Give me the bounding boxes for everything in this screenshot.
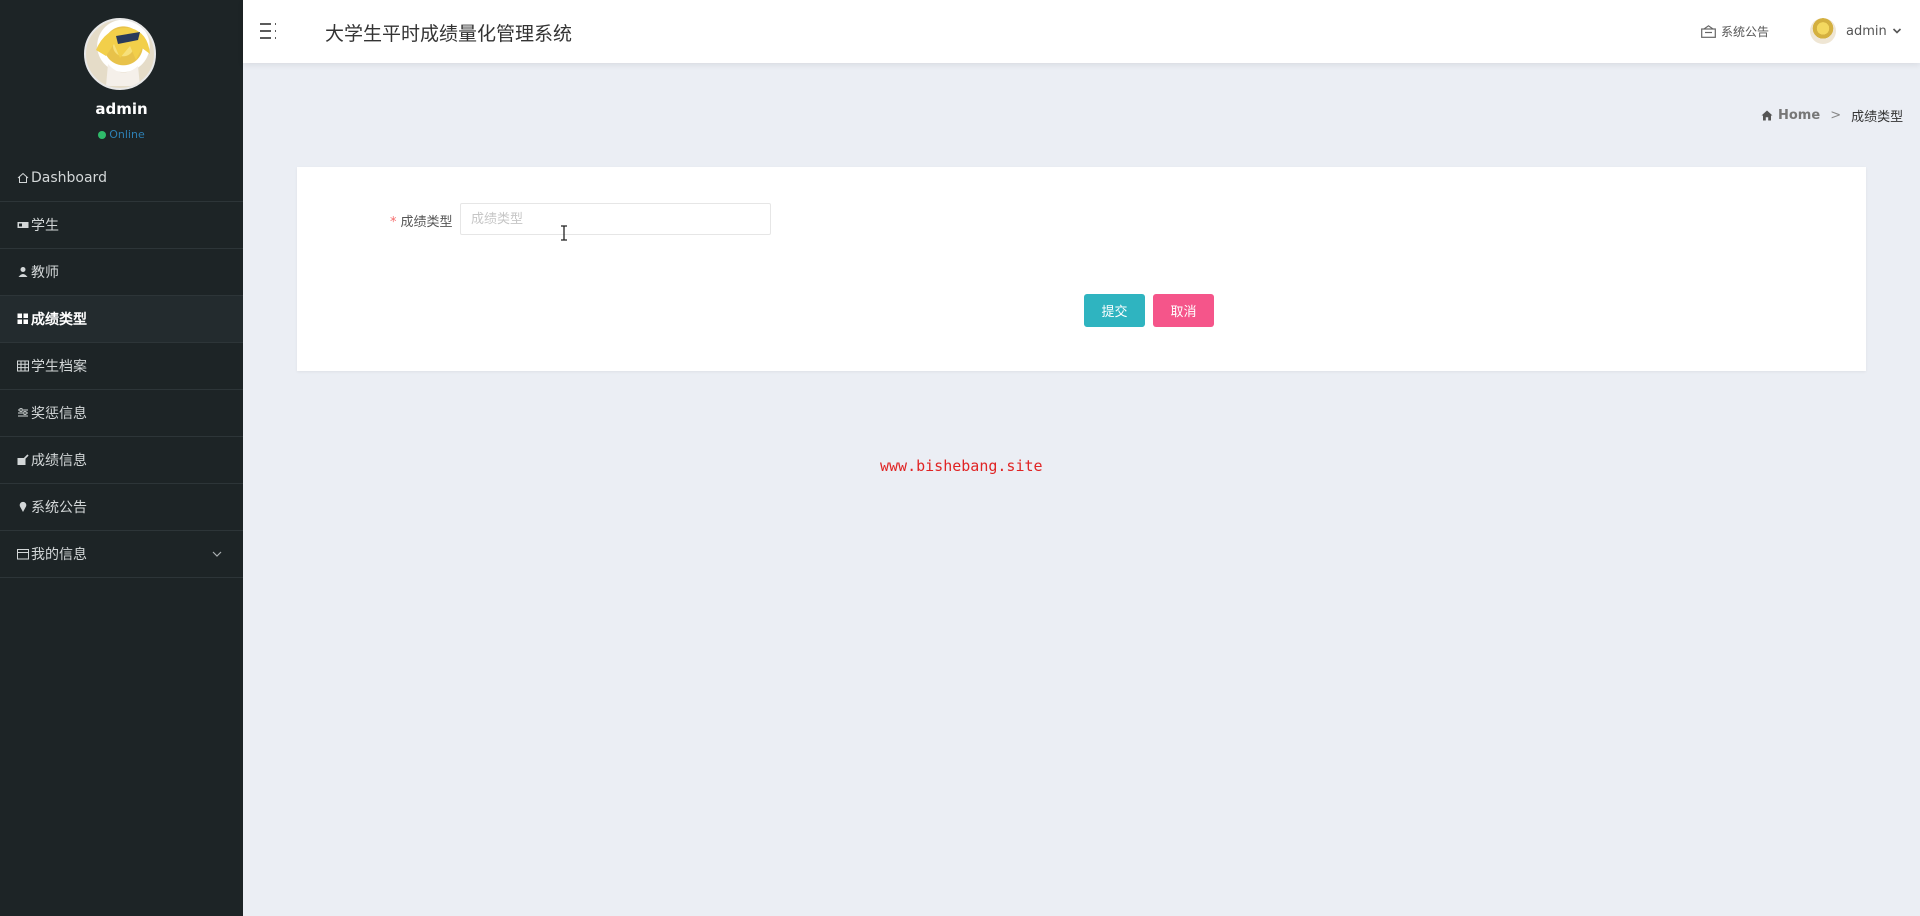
- breadcrumb-separator: >: [1830, 108, 1842, 123]
- sidebar-item-students[interactable]: 学生: [0, 202, 243, 249]
- sidebar-item-label: Dashboard: [31, 170, 107, 186]
- watermark-text: www.bishebang.site: [880, 457, 1043, 475]
- grade-type-label: * 成绩类型: [390, 211, 453, 230]
- id-card-icon: [16, 219, 29, 232]
- user-name: admin: [1846, 23, 1887, 39]
- calendar-icon: [16, 548, 29, 561]
- breadcrumb-current: 成绩类型: [1851, 110, 1904, 125]
- sidebar-item-label: 学生档案: [31, 359, 87, 375]
- grade-type-input[interactable]: [460, 203, 771, 235]
- profile-name: admin: [95, 100, 148, 118]
- user-avatar: [1810, 18, 1836, 44]
- menu-toggle-icon[interactable]: [259, 22, 279, 40]
- announcement-icon: [1701, 25, 1716, 38]
- home-icon: [1761, 110, 1773, 121]
- top-header: 大学生平时成绩量化管理系统 系统公告 admin: [243, 0, 1920, 63]
- sidebar-item-teachers[interactable]: 教师: [0, 249, 243, 296]
- submit-button[interactable]: 提交: [1084, 294, 1145, 327]
- chevron-down-icon[interactable]: [211, 548, 223, 560]
- header-announcements-label: 系统公告: [1721, 25, 1770, 39]
- breadcrumb: Home > 成绩类型: [1761, 106, 1903, 125]
- sidebar-item-grades[interactable]: 成绩信息: [0, 437, 243, 484]
- sidebar-item-label: 成绩类型: [31, 312, 87, 328]
- app-title: 大学生平时成绩量化管理系统: [325, 23, 573, 45]
- user-icon: [16, 266, 29, 279]
- grid-icon: [16, 313, 29, 326]
- sidebar-item-label: 成绩信息: [31, 453, 87, 469]
- pin-icon: [16, 501, 29, 514]
- sidebar-item-my-info[interactable]: 我的信息: [0, 531, 243, 578]
- sidebar-item-label: 我的信息: [31, 547, 87, 563]
- chevron-down-icon: [1892, 28, 1901, 34]
- table-icon: [16, 360, 29, 373]
- breadcrumb-home-label: Home: [1778, 108, 1821, 123]
- sidebar-item-label: 教师: [31, 265, 59, 281]
- sidebar: admin Online Dashboard 学生 教师 成绩类型 学生档案 奖…: [0, 0, 243, 916]
- required-mark: *: [390, 215, 397, 230]
- avatar[interactable]: [84, 18, 156, 90]
- sidebar-item-label: 系统公告: [31, 500, 87, 516]
- edit-icon: [16, 454, 29, 467]
- sidebar-item-grade-type[interactable]: 成绩类型: [0, 296, 243, 343]
- form-card: *成绩类型 提交 取消: [297, 167, 1866, 371]
- sidebar-item-label: 奖惩信息: [31, 406, 87, 422]
- sidebar-profile: admin Online: [0, 0, 243, 152]
- sidebar-item-dashboard[interactable]: Dashboard: [0, 155, 243, 202]
- sidebar-item-student-archive[interactable]: 学生档案: [0, 343, 243, 390]
- sidebar-menu: Dashboard 学生 教师 成绩类型 学生档案 奖惩信息 成绩信息 系统公告…: [0, 155, 243, 578]
- profile-status: Online: [0, 128, 243, 141]
- grade-type-label-text: 成绩类型: [400, 215, 453, 230]
- sidebar-item-label: 学生: [31, 218, 59, 234]
- online-dot-icon: [98, 131, 107, 139]
- breadcrumb-home[interactable]: Home: [1761, 108, 1820, 123]
- profile-status-text: Online: [109, 128, 145, 141]
- text-cursor-icon: [561, 225, 567, 241]
- cancel-button[interactable]: 取消: [1153, 294, 1214, 327]
- sidebar-item-announcements[interactable]: 系统公告: [0, 484, 243, 531]
- sliders-icon: [16, 407, 29, 420]
- user-menu[interactable]: admin: [1810, 18, 1902, 44]
- sidebar-item-rewards[interactable]: 奖惩信息: [0, 390, 243, 437]
- header-announcements-link[interactable]: 系统公告: [1701, 23, 1769, 40]
- home-icon: [16, 172, 29, 185]
